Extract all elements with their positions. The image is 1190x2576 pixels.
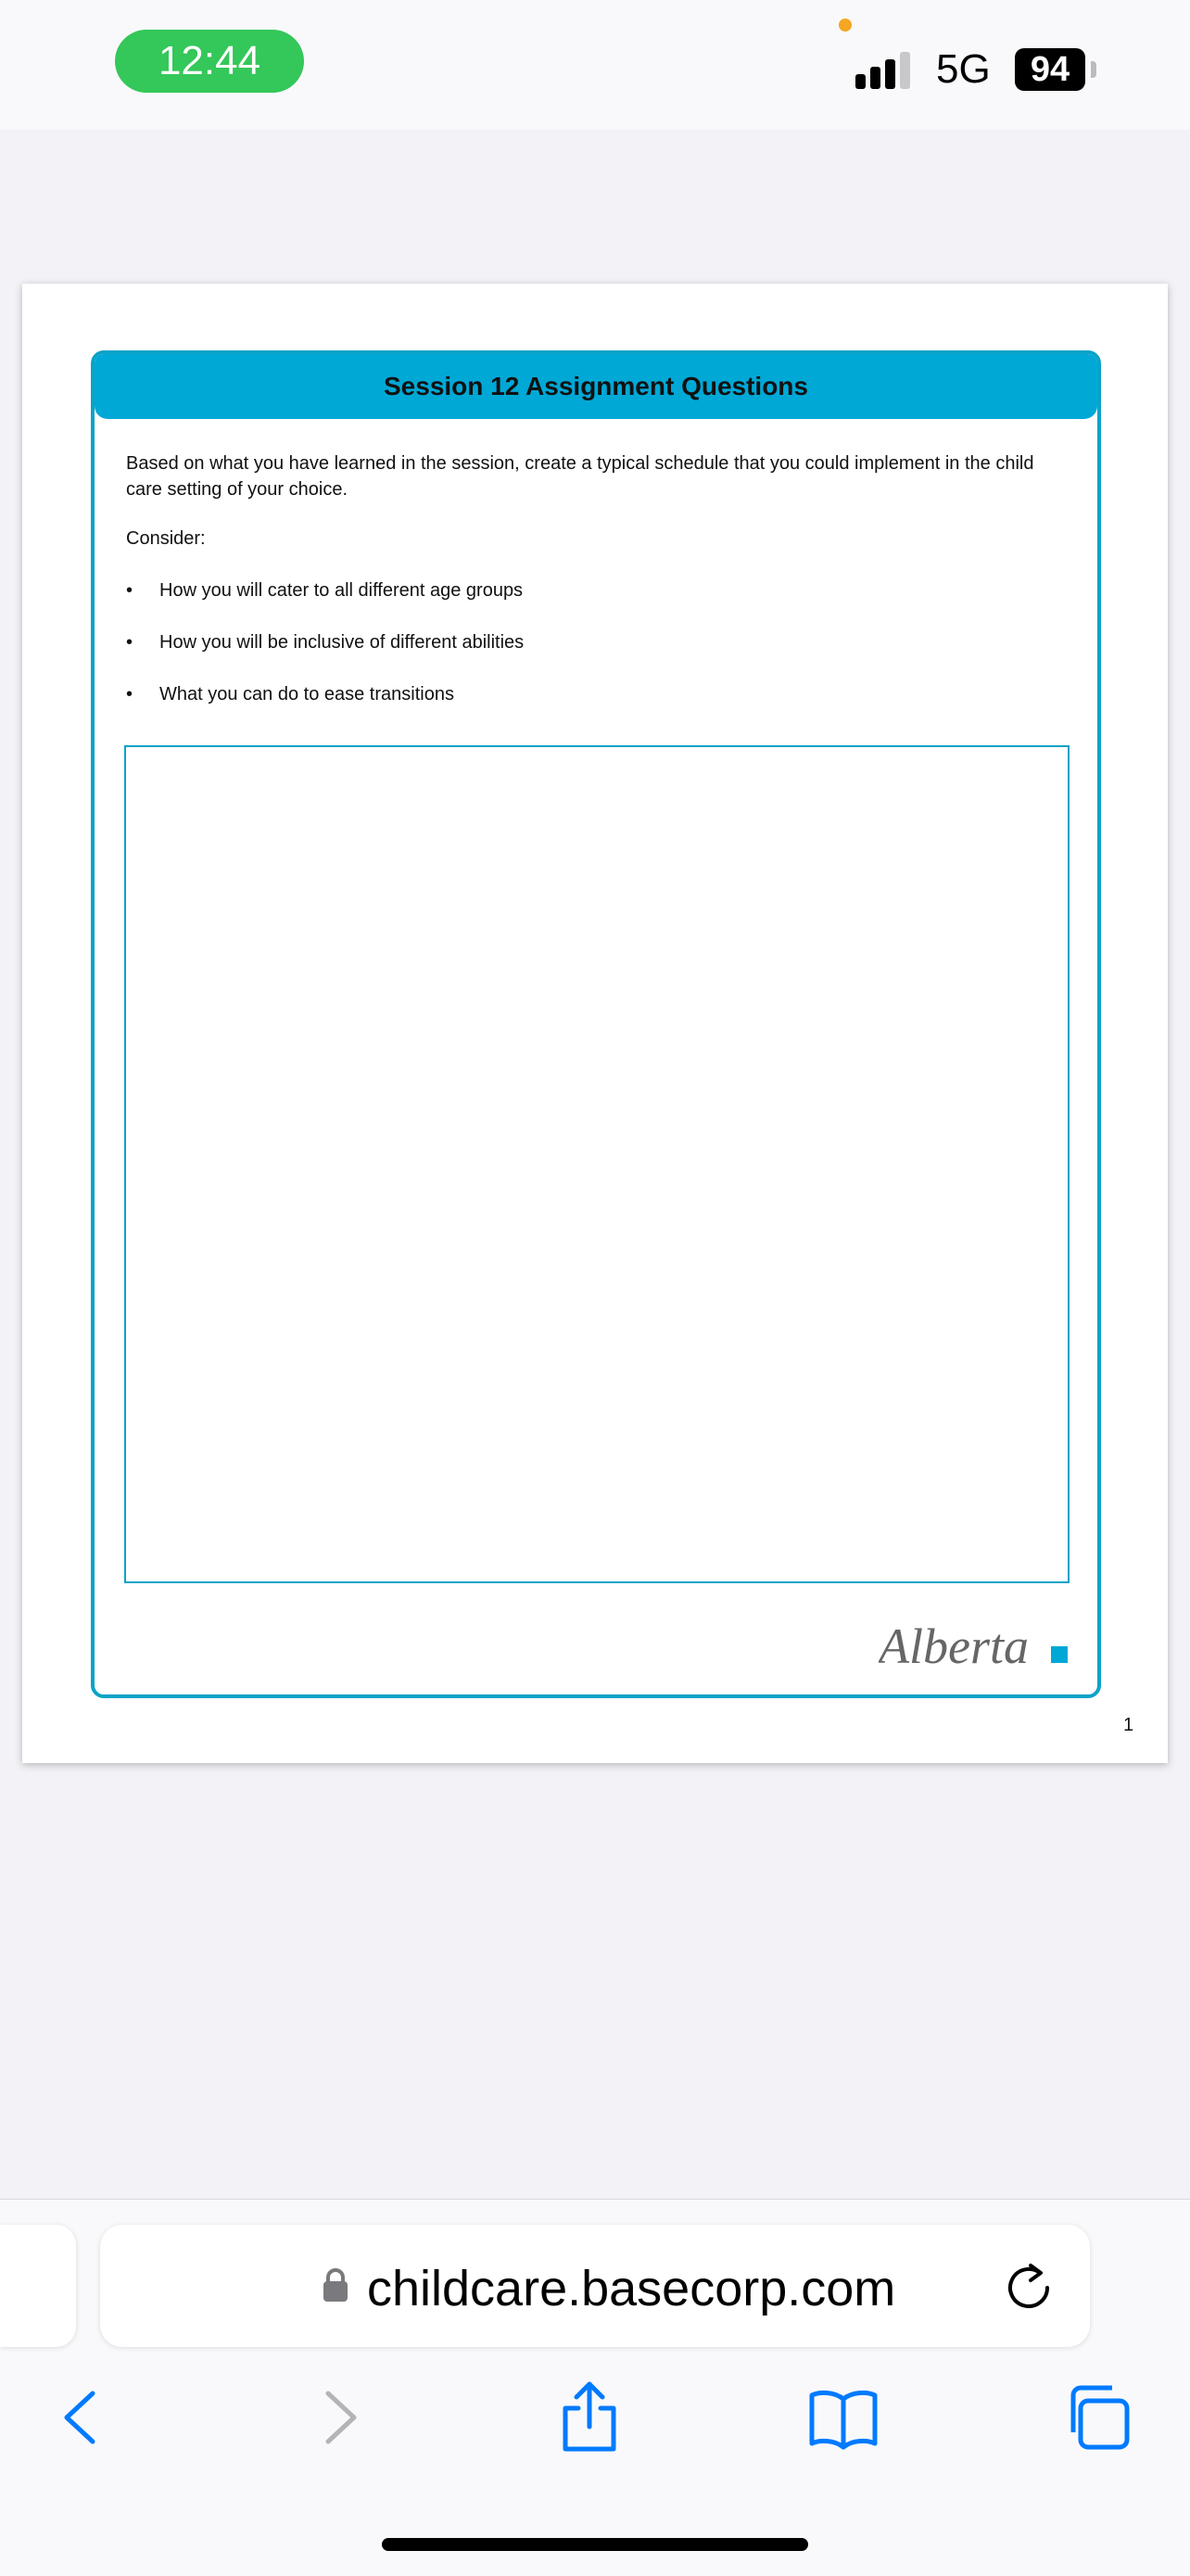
page-number: 1 <box>1123 1715 1134 1735</box>
bullet-text: How you will cater to all different age … <box>159 580 524 601</box>
consider-label: Consider: <box>126 528 206 549</box>
bullet-icon: • <box>126 580 133 601</box>
battery-level: 94 <box>1015 48 1085 91</box>
battery-tip-icon <box>1091 61 1096 78</box>
back-button[interactable] <box>44 2380 119 2455</box>
logo-text: Alberta <box>879 1618 1029 1674</box>
forward-button[interactable] <box>302 2380 376 2455</box>
bullet-text: What you can do to ease transitions <box>159 684 454 704</box>
lock-icon <box>323 2268 348 2302</box>
answer-box[interactable] <box>124 745 1070 1583</box>
bullet-text: How you will be inclusive of different a… <box>159 632 525 653</box>
alberta-logo: Alberta <box>879 1618 1068 1674</box>
reload-icon[interactable] <box>1003 2260 1055 2312</box>
back-chevron-icon <box>64 2391 95 2444</box>
bookmarks-button[interactable] <box>806 2380 880 2455</box>
bullet-icon: • <box>126 684 133 704</box>
url-text[interactable]: childcare.basecorp.com <box>367 2260 895 2317</box>
share-button[interactable] <box>552 2380 627 2455</box>
document-frame: Session 12 Assignment Questions Based on… <box>91 350 1101 1698</box>
bullet-icon: • <box>126 632 133 653</box>
cellular-signal-icon <box>855 46 920 89</box>
document-title: Session 12 Assignment Questions <box>95 354 1097 419</box>
logo-square <box>1051 1646 1068 1663</box>
document-page: Session 12 Assignment Questions Based on… <box>22 284 1168 1763</box>
tabs-icon <box>1070 2385 1130 2450</box>
privacy-indicator-dot <box>839 19 852 32</box>
book-icon <box>809 2390 878 2450</box>
status-bar: 12:44 5G 94 <box>0 0 1190 130</box>
status-time[interactable]: 12:44 <box>115 30 304 93</box>
tabs-button[interactable] <box>1060 2380 1134 2455</box>
network-type: 5G <box>936 46 991 92</box>
forward-chevron-icon <box>325 2391 357 2444</box>
intro-text: Based on what you have learned in the se… <box>126 453 1034 500</box>
share-icon <box>563 2381 616 2452</box>
address-bar[interactable]: childcare.basecorp.com <box>100 2225 1090 2347</box>
home-indicator[interactable] <box>382 2538 808 2551</box>
previous-tab-preview[interactable] <box>0 2225 76 2347</box>
